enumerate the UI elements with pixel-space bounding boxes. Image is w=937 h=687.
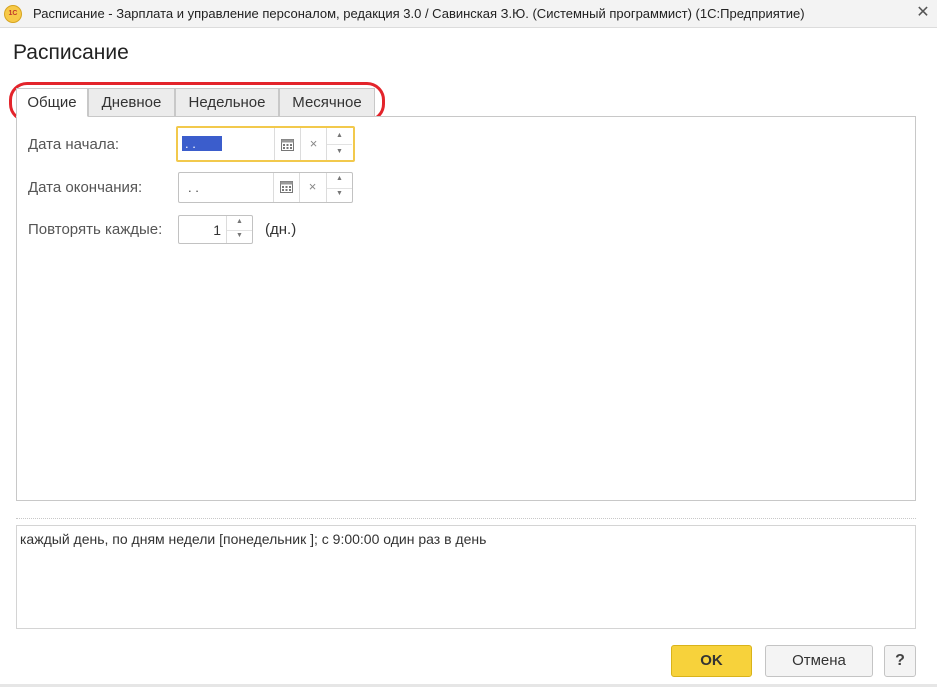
spin-down-icon[interactable]: ▼: [227, 230, 252, 244]
schedule-description-text: каждый день, по дням недели [понедельник…: [20, 531, 487, 547]
schedule-description: каждый день, по дням недели [понедельник…: [16, 525, 916, 629]
clear-icon[interactable]: ×: [299, 173, 325, 202]
window-titlebar: 1C Расписание - Зарплата и управление пе…: [0, 0, 937, 28]
repeat-days-field[interactable]: 1 ▲ ▼: [178, 215, 253, 244]
spin-up-icon[interactable]: ▲: [327, 173, 352, 189]
cancel-button[interactable]: Отмена: [765, 645, 873, 677]
app-logo-icon: 1C: [4, 5, 22, 23]
spin-up-icon[interactable]: ▲: [327, 128, 352, 145]
calendar-icon[interactable]: [274, 128, 300, 160]
repeat-days-value[interactable]: 1: [213, 222, 221, 238]
spin-down-icon[interactable]: ▼: [327, 144, 352, 160]
spin-up-icon[interactable]: ▲: [227, 216, 252, 231]
end-date-label: Дата окончания:: [28, 179, 143, 196]
help-button[interactable]: ?: [884, 645, 916, 677]
window-title: Расписание - Зарплата и управление персо…: [33, 6, 805, 21]
calendar-icon[interactable]: [273, 173, 299, 202]
end-date-stepper[interactable]: ▲ ▼: [326, 173, 352, 202]
start-date-label: Дата начала:: [28, 136, 120, 153]
close-icon[interactable]: ✕: [913, 3, 933, 23]
tab-general[interactable]: Общие: [16, 88, 88, 117]
start-date-field[interactable]: . . × ▲ ▼: [176, 126, 355, 162]
ok-button[interactable]: OK: [671, 645, 752, 677]
clear-icon[interactable]: ×: [300, 128, 326, 160]
repeat-label: Повторять каждые:: [28, 221, 163, 238]
tab-panel-general: [16, 116, 916, 501]
end-date-field[interactable]: . . × ▲ ▼: [178, 172, 353, 203]
separator: [16, 518, 916, 519]
repeat-days-stepper[interactable]: ▲ ▼: [226, 216, 252, 243]
page-title: Расписание: [13, 41, 129, 64]
repeat-unit-label: (дн.): [265, 221, 297, 238]
end-date-value[interactable]: . .: [186, 180, 201, 195]
start-date-stepper[interactable]: ▲ ▼: [326, 128, 352, 160]
start-date-value[interactable]: . .: [182, 136, 222, 151]
spin-down-icon[interactable]: ▼: [327, 188, 352, 203]
